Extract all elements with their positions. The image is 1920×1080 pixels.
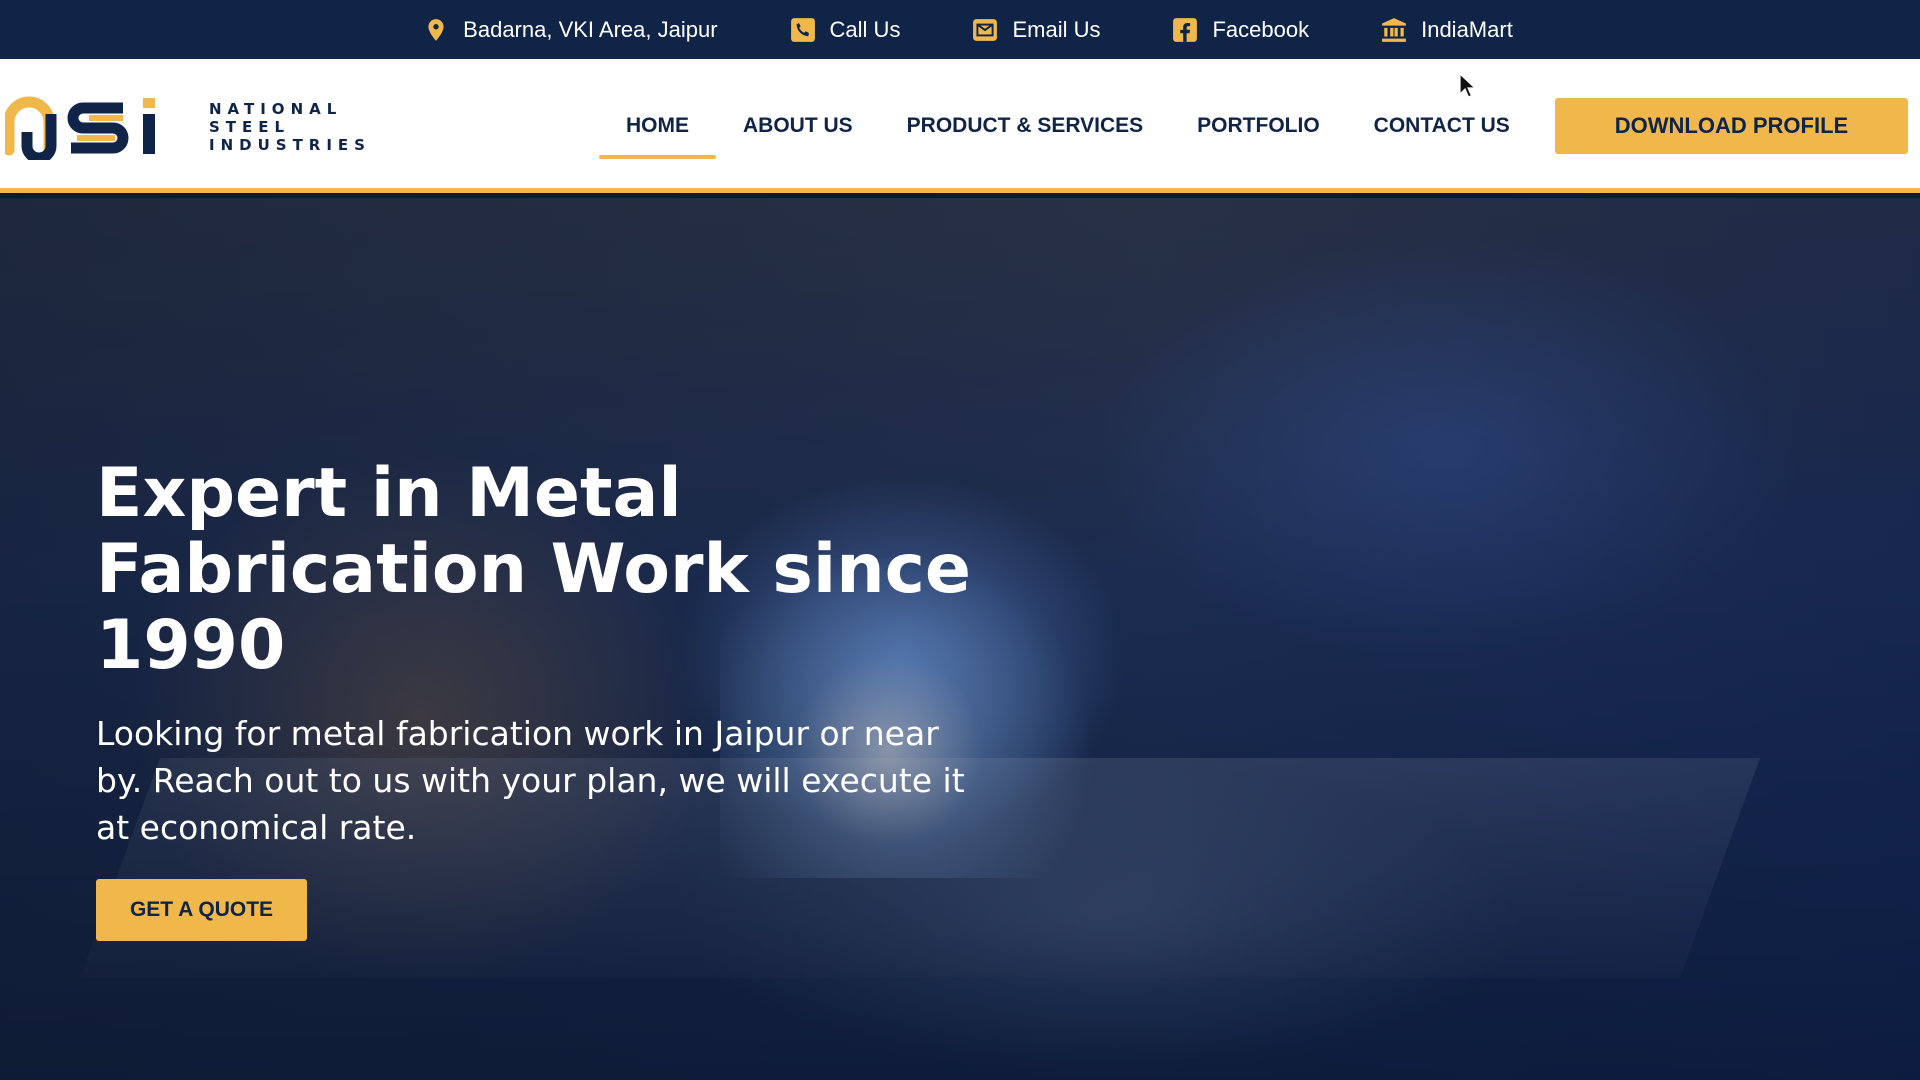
call-us-link[interactable]: Call Us <box>790 16 901 43</box>
address-link[interactable]: Badarna, VKI Area, Jaipur <box>423 16 718 43</box>
map-pin-icon <box>428 18 444 41</box>
logo-line-industries: INDUSTRIES <box>209 136 371 154</box>
bank-icon <box>1382 17 1407 42</box>
logo-line-steel: STEEL <box>209 118 291 136</box>
nsi-logo-mark <box>5 96 155 160</box>
site-logo[interactable]: NATIONAL STEEL INDUSTRIES <box>5 94 371 160</box>
call-us-label: Call Us <box>829 16 901 42</box>
email-us-label: Email Us <box>1012 16 1101 42</box>
email-us-link[interactable]: Email Us <box>972 17 1100 43</box>
top-contact-bar: Badarna, VKI Area, Jaipur Call Us Email … <box>0 0 1920 59</box>
address-label: Badarna, VKI Area, Jaipur <box>463 16 718 42</box>
indiamart-link[interactable]: IndiaMart <box>1381 17 1513 43</box>
nav-home[interactable]: HOME <box>599 59 716 193</box>
facebook-label: Facebook <box>1212 16 1310 42</box>
mail-icon <box>973 18 998 41</box>
nav-about-us[interactable]: ABOUT US <box>716 59 880 193</box>
logo-wordmark: NATIONAL STEEL INDUSTRIES <box>209 100 371 154</box>
hero-subtitle: Looking for metal fabrication work in Ja… <box>96 714 965 847</box>
download-profile-button[interactable]: DOWNLOAD PROFILE <box>1555 98 1908 154</box>
get-a-quote-button[interactable]: GET A QUOTE <box>96 879 307 941</box>
nav-portfolio[interactable]: PORTFOLIO <box>1170 59 1347 193</box>
facebook-link[interactable]: Facebook <box>1172 17 1309 43</box>
main-nav: HOME ABOUT US PRODUCT & SERVICES PORTFOL… <box>599 59 1537 193</box>
logo-line-national: NATIONAL <box>209 100 343 118</box>
indiamart-label: IndiaMart <box>1421 16 1513 42</box>
hero-section: Expert in Metal Fabrication Work since 1… <box>0 198 1920 1080</box>
facebook-icon <box>1173 17 1198 42</box>
nav-contact-us[interactable]: CONTACT US <box>1347 59 1537 193</box>
site-header: NATIONAL STEEL INDUSTRIES HOME ABOUT US … <box>0 59 1920 193</box>
nav-product-services[interactable]: PRODUCT & SERVICES <box>880 59 1171 193</box>
mouse-cursor-icon <box>1459 73 1477 98</box>
hero-title: Expert in Metal Fabrication Work since 1… <box>96 454 972 685</box>
phone-icon <box>790 17 815 42</box>
